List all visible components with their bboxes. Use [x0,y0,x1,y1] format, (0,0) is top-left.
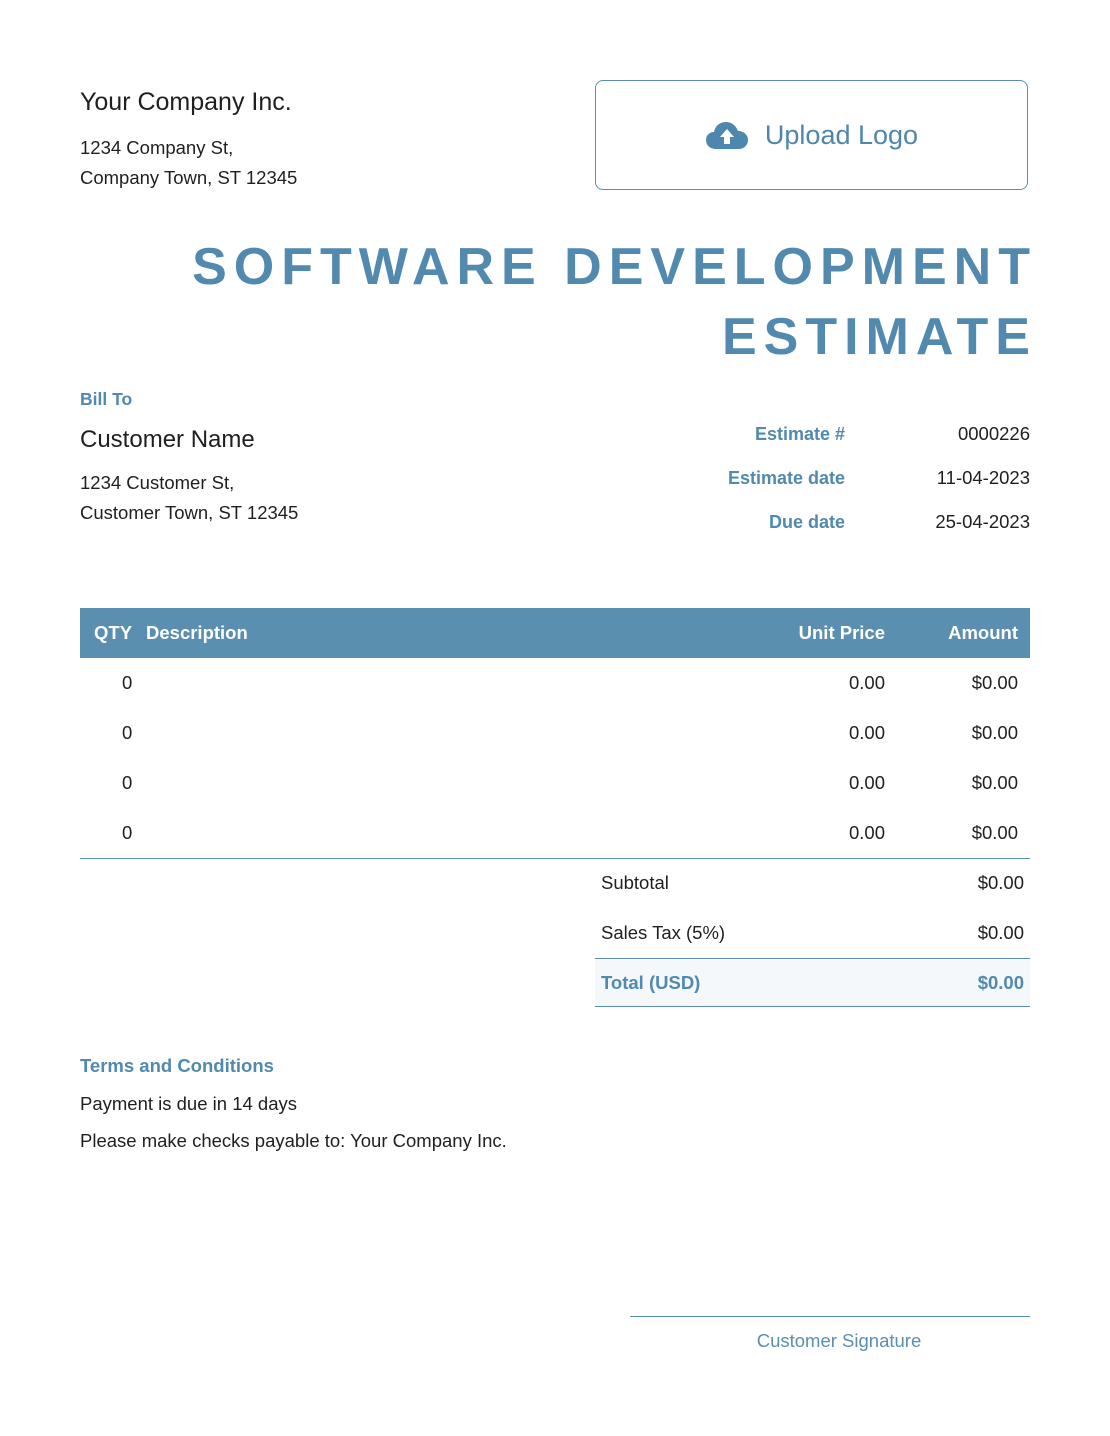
header-unit-price: Unit Price [798,622,885,643]
cloud-upload-icon [705,120,749,150]
row-unit-price[interactable]: 0.00 [695,672,885,694]
upload-logo-label: Upload Logo [764,119,919,150]
sales-tax-label[interactable]: Sales Tax (5%) [595,922,978,944]
customer-address-line2: Customer Town, ST 12345 [80,502,299,523]
estimate-number-row: Estimate # 0000226 [605,412,1030,456]
subtotal-value: $0.00 [977,872,1024,893]
row-amount: $0.00 [971,672,1018,693]
sales-tax-value: $0.00 [977,922,1024,943]
sales-tax-row: Sales Tax (5%) $0.00 [595,908,1030,958]
company-address: 1234 Company St, Company Town, ST 12345 [80,133,297,193]
row-amount: $0.00 [971,772,1018,793]
subtotal-row: Subtotal $0.00 [595,858,1030,908]
signature-line [630,1316,1030,1317]
row-qty[interactable]: 0 [80,822,146,844]
terms-line-2[interactable]: Please make checks payable to: Your Comp… [80,1130,507,1152]
row-unit-price[interactable]: 0.00 [695,822,885,844]
row-qty[interactable]: 0 [80,672,146,694]
row-unit-price[interactable]: 0.00 [695,772,885,794]
due-date-row: Due date 25-04-2023 [605,500,1030,544]
row-unit-price[interactable]: 0.00 [695,722,885,744]
header-description: Description [146,622,248,643]
header-qty: QTY [94,622,133,643]
due-date-value: 25-04-2023 [935,511,1030,532]
customer-address: 1234 Customer St, Customer Town, ST 1234… [80,468,298,528]
bill-to-label: Bill To [80,389,133,409]
subtotal-label: Subtotal [601,872,669,893]
estimate-meta: Estimate # 0000226 Estimate date 11-04-2… [605,412,1030,544]
document-title-line2: ESTIMATE [721,308,1037,366]
company-address-line2: Company Town, ST 12345 [80,167,298,188]
total-row: Total (USD) $0.00 [595,958,1030,1007]
estimate-number-value: 0000226 [957,423,1030,444]
estimate-date-label: Estimate date [727,467,845,488]
totals-block: Subtotal $0.00 Sales Tax (5%) $0.00 Tota… [595,858,1030,1007]
total-value: $0.00 [977,971,1024,993]
company-address-line1: 1234 Company St, [80,137,234,158]
total-label: Total (USD) [601,971,701,993]
document-title: SOFTWARE DEVELOPMENT ESTIMATE [130,232,1030,372]
document-title-line1: SOFTWARE DEVELOPMENT [192,238,1037,296]
row-amount: $0.00 [971,822,1018,843]
estimate-number-label: Estimate # [754,423,845,444]
due-date-label: Due date [768,511,845,532]
row-amount: $0.00 [971,722,1018,743]
table-header: QTY Description Unit Price Amount [80,608,1030,658]
header-amount: Amount [948,622,1018,643]
signature-label: Customer Signature [756,1330,922,1351]
terms-line-1[interactable]: Payment is due in 14 days [80,1093,297,1115]
row-qty[interactable]: 0 [80,772,146,794]
row-qty[interactable]: 0 [80,722,146,744]
terms-title: Terms and Conditions [80,1055,274,1076]
upload-logo-button[interactable]: Upload Logo [595,80,1028,190]
estimate-date-value: 11-04-2023 [936,467,1030,488]
table-row[interactable]: 0 0.00 $0.00 [80,808,1030,858]
customer-name: Customer Name [80,426,255,453]
table-row[interactable]: 0 0.00 $0.00 [80,658,1030,708]
estimate-date-row: Estimate date 11-04-2023 [605,456,1030,500]
table-row[interactable]: 0 0.00 $0.00 [80,758,1030,808]
company-name: Your Company Inc. [80,88,292,116]
table-row[interactable]: 0 0.00 $0.00 [80,708,1030,758]
customer-address-line1: 1234 Customer St, [80,472,235,493]
line-items-table: QTY Description Unit Price Amount 0 0.00… [80,608,1030,859]
